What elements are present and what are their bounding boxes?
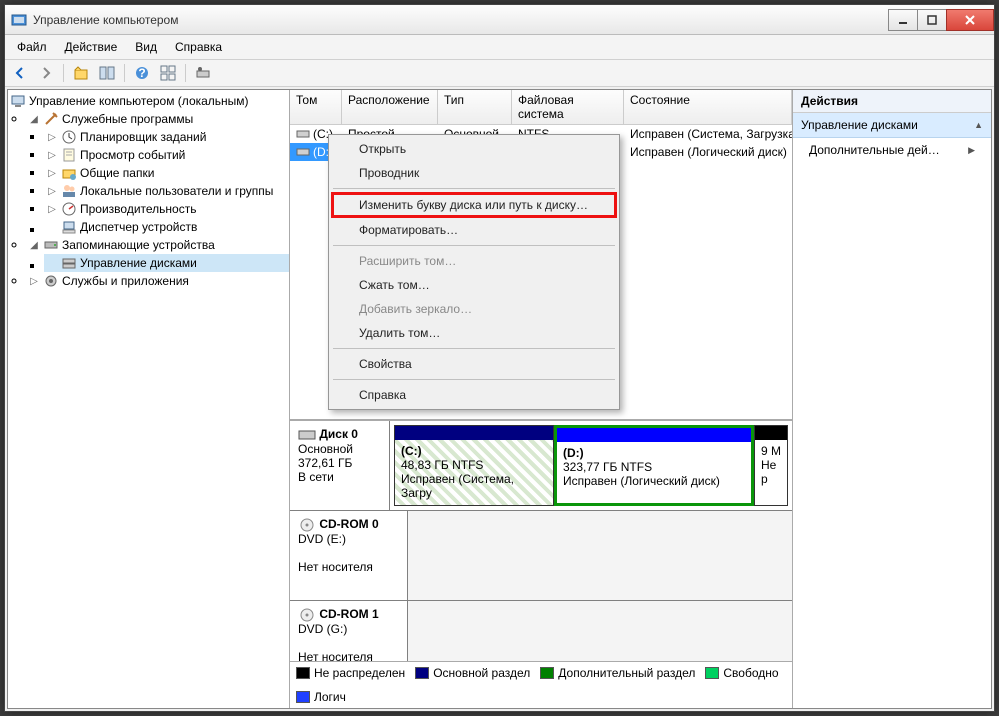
cdrom-1-nomedia <box>408 601 792 661</box>
disk-0-row: Диск 0 Основной 372,61 ГБ В сети (C:) 48… <box>290 421 792 511</box>
partition-unallocated[interactable]: 9 М Не р <box>754 425 788 506</box>
users-icon <box>61 183 77 199</box>
expand-icon[interactable]: ▷ <box>46 149 58 161</box>
volume-list-header: Том Расположение Тип Файловая система Со… <box>290 90 792 125</box>
expand-icon[interactable]: ▷ <box>28 275 40 287</box>
app-icon <box>11 12 27 28</box>
up-button[interactable] <box>70 62 92 84</box>
tree-pane[interactable]: Управление компьютером (локальным) ◢ Слу… <box>8 90 290 708</box>
cdrom-1-row: CD-ROM 1 DVD (G:) Нет носителя <box>290 601 792 661</box>
svg-text:?: ? <box>138 66 145 80</box>
cdrom-icon <box>298 608 316 622</box>
tree-local-users[interactable]: ▷Локальные пользователи и группы <box>44 182 289 200</box>
chevron-up-icon: ▲ <box>974 120 983 130</box>
expand-icon[interactable]: ▷ <box>46 185 58 197</box>
legend-unallocated: Не распределен <box>296 666 405 680</box>
drive-icon <box>296 127 310 141</box>
tools-icon <box>43 111 59 127</box>
disk-mgmt-icon <box>61 255 77 271</box>
cdrom-0-header[interactable]: CD-ROM 0 DVD (E:) Нет носителя <box>290 511 408 600</box>
expand-icon[interactable]: ▷ <box>46 131 58 143</box>
col-status[interactable]: Состояние <box>624 90 792 124</box>
legend-free: Свободно <box>705 666 778 680</box>
tree-task-scheduler[interactable]: ▷Планировщик заданий <box>44 128 289 146</box>
forward-button[interactable] <box>35 62 57 84</box>
col-volume[interactable]: Том <box>290 90 342 124</box>
minimize-button[interactable] <box>888 9 918 31</box>
chevron-right-icon: ▶ <box>968 145 975 156</box>
col-type[interactable]: Тип <box>438 90 512 124</box>
clock-icon <box>61 129 77 145</box>
menubar: Файл Действие Вид Справка <box>5 35 994 60</box>
col-layout[interactable]: Расположение <box>342 90 438 124</box>
menu-file[interactable]: Файл <box>9 37 55 57</box>
actions-title: Действия <box>793 90 991 113</box>
ctx-extend: Расширить том… <box>331 249 617 273</box>
computer-icon <box>10 93 26 109</box>
legend-primary: Основной раздел <box>415 666 530 680</box>
ctx-delete[interactable]: Удалить том… <box>331 321 617 345</box>
collapse-icon[interactable]: ◢ <box>28 113 40 125</box>
tree-performance[interactable]: ▷Производительность <box>44 200 289 218</box>
tree-shared-folders[interactable]: ▷Общие папки <box>44 164 289 182</box>
settings-button[interactable] <box>192 62 214 84</box>
ctx-help[interactable]: Справка <box>331 383 617 407</box>
folder-share-icon <box>61 165 77 181</box>
back-button[interactable] <box>9 62 31 84</box>
disk-graphical-view[interactable]: Диск 0 Основной 372,61 ГБ В сети (C:) 48… <box>290 419 792 661</box>
close-button[interactable] <box>946 9 994 31</box>
tile-button[interactable] <box>157 62 179 84</box>
expand-icon[interactable]: ▷ <box>46 203 58 215</box>
cdrom-0-nomedia <box>408 511 792 600</box>
col-filesystem[interactable]: Файловая система <box>512 90 624 124</box>
tree-disk-management[interactable]: Управление дисками <box>44 254 289 272</box>
tree-event-viewer[interactable]: ▷Просмотр событий <box>44 146 289 164</box>
tree-root[interactable]: Управление компьютером (локальным) <box>8 92 289 110</box>
legend-extended: Дополнительный раздел <box>540 666 695 680</box>
services-icon <box>43 273 59 289</box>
toolbar: ? <box>5 60 994 87</box>
expand-icon[interactable]: ▷ <box>46 167 58 179</box>
context-menu: Открыть Проводник Изменить букву диска и… <box>328 134 620 410</box>
actions-pane: Действия Управление дисками ▲ Дополнител… <box>793 90 991 708</box>
titlebar[interactable]: Управление компьютером <box>5 5 994 35</box>
ctx-format[interactable]: Форматировать… <box>331 218 617 242</box>
legend: Не распределен Основной раздел Дополните… <box>290 661 792 708</box>
ctx-open[interactable]: Открыть <box>331 137 617 161</box>
partition-d[interactable]: (D:) 323,77 ГБ NTFS Исправен (Логический… <box>554 425 754 506</box>
cdrom-icon <box>298 518 316 532</box>
show-hide-button[interactable] <box>96 62 118 84</box>
maximize-button[interactable] <box>917 9 947 31</box>
actions-section-disk-mgmt[interactable]: Управление дисками ▲ <box>793 113 991 138</box>
actions-more[interactable]: Дополнительные дей… ▶ <box>793 138 991 162</box>
cdrom-1-header[interactable]: CD-ROM 1 DVD (G:) Нет носителя <box>290 601 408 661</box>
menu-action[interactable]: Действие <box>57 37 126 57</box>
partition-c[interactable]: (C:) 48,83 ГБ NTFS Исправен (Система, За… <box>394 425 554 506</box>
ctx-shrink[interactable]: Сжать том… <box>331 273 617 297</box>
disk-0-header[interactable]: Диск 0 Основной 372,61 ГБ В сети <box>290 421 390 510</box>
log-icon <box>61 147 77 163</box>
menu-view[interactable]: Вид <box>127 37 165 57</box>
storage-icon <box>43 237 59 253</box>
tree-device-manager[interactable]: Диспетчер устройств <box>44 218 289 236</box>
ctx-mirror: Добавить зеркало… <box>331 297 617 321</box>
help-button[interactable]: ? <box>131 62 153 84</box>
ctx-properties[interactable]: Свойства <box>331 352 617 376</box>
ctx-explorer[interactable]: Проводник <box>331 161 617 185</box>
cdrom-0-row: CD-ROM 0 DVD (E:) Нет носителя <box>290 511 792 601</box>
tree-storage[interactable]: ◢ Запоминающие устройства <box>26 236 289 254</box>
ctx-change-drive-letter[interactable]: Изменить букву диска или путь к диску… <box>331 192 617 218</box>
collapse-icon[interactable]: ◢ <box>28 239 40 251</box>
legend-logical: Логич <box>296 690 346 704</box>
tree-services-apps[interactable]: ▷Службы и приложения <box>26 272 289 290</box>
drive-icon <box>296 145 310 159</box>
tree-service-programs[interactable]: ◢ Служебные программы <box>26 110 289 128</box>
menu-help[interactable]: Справка <box>167 37 230 57</box>
hdd-icon <box>298 428 316 442</box>
device-icon <box>61 219 77 235</box>
window-title: Управление компьютером <box>33 13 889 27</box>
perf-icon <box>61 201 77 217</box>
